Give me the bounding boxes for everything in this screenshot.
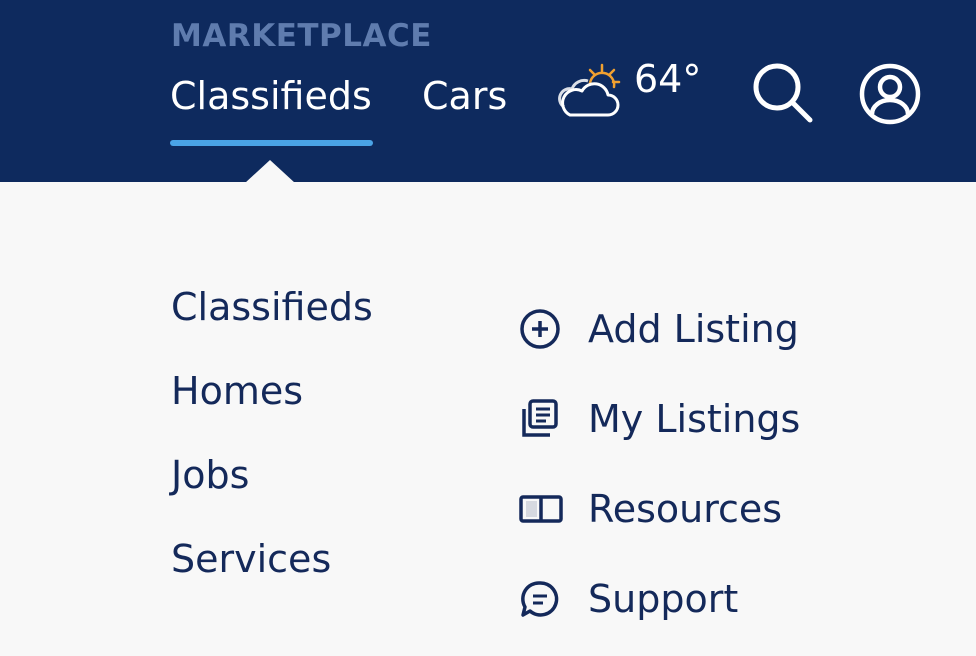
- menu-item-my-listings[interactable]: My Listings: [518, 374, 800, 464]
- tab-cars[interactable]: Cars: [422, 74, 507, 118]
- menu-item-support[interactable]: Support: [518, 554, 800, 644]
- menu-item-label: My Listings: [588, 397, 801, 441]
- menu-item-classifieds[interactable]: Classifieds: [171, 282, 373, 366]
- menu-item-label: Resources: [588, 487, 783, 531]
- weather-widget[interactable]: 64°: [554, 57, 702, 124]
- menu-item-label: Add Listing: [588, 307, 799, 351]
- active-tab-indicator: [170, 140, 373, 146]
- listings-icon: [518, 394, 568, 444]
- menu-item-label: Support: [588, 577, 739, 621]
- action-menu: Add Listing My Listings Resources Suppor…: [518, 284, 800, 644]
- search-icon: [752, 63, 814, 128]
- chat-icon: [518, 574, 568, 624]
- section-label: MARKETPLACE: [171, 18, 432, 54]
- menu-item-services[interactable]: Services: [171, 534, 373, 618]
- search-button[interactable]: [752, 62, 814, 124]
- plus-circle-icon: [518, 304, 568, 354]
- dropdown-caret: [245, 160, 295, 183]
- category-menu: Classifieds Homes Jobs Services: [171, 282, 373, 618]
- book-icon: [518, 484, 568, 534]
- account-button[interactable]: [858, 62, 922, 126]
- user-icon: [858, 63, 922, 130]
- weather-temperature: 64°: [634, 57, 702, 101]
- tab-classifieds[interactable]: Classifieds: [170, 74, 372, 118]
- menu-item-jobs[interactable]: Jobs: [171, 450, 373, 534]
- partly-cloudy-icon: [554, 61, 626, 123]
- menu-item-resources[interactable]: Resources: [518, 464, 800, 554]
- menu-item-homes[interactable]: Homes: [171, 366, 373, 450]
- top-navigation-bar: MARKETPLACE Classifieds Cars 64°: [0, 0, 976, 182]
- menu-item-add-listing[interactable]: Add Listing: [518, 284, 800, 374]
